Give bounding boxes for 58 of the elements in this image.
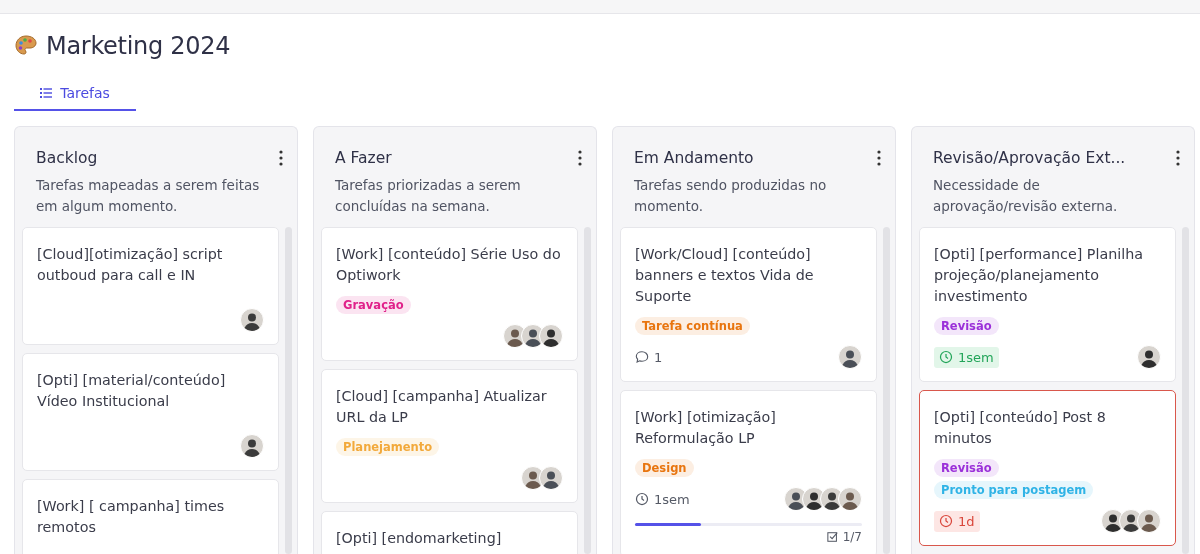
avatar-icon (240, 434, 264, 458)
more-options-icon[interactable] (877, 150, 881, 166)
task-title: [Work] [conteúdo] Série Uso do Optiwork (336, 245, 562, 285)
column-description: Tarefas priorizadas a serem concluídas na semana. (335, 176, 522, 216)
column-title: Em Andamento (634, 149, 754, 167)
checklist-count: 1/7 (842, 530, 862, 544)
project-title: Marketing 2024 (46, 32, 231, 60)
column-title: Backlog (36, 149, 98, 167)
comment-icon (635, 350, 649, 364)
task-card[interactable]: [Opti] [performance] Planilha projeção/planejamento investimento Revisão 1sem (919, 227, 1176, 382)
task-title: [Opti] [performance] Planilha projeção/planejamento investimento (934, 245, 1145, 306)
tag-label: Planejamento (336, 438, 440, 456)
task-title: [Opti] [endomarketing] (336, 529, 503, 548)
more-options-icon[interactable] (1176, 150, 1180, 166)
due-date-text: 1sem (958, 349, 994, 365)
palette-icon (14, 34, 38, 58)
task-card[interactable]: [Work] [otimização] Reformulação LP Design 1sem 1/7 (620, 390, 877, 554)
avatar-icon (1137, 509, 1161, 533)
task-card[interactable]: [Opti] [conteúdo] Post 8 minutos Revisão Pronto para postagem 1d (919, 390, 1176, 546)
avatar-icon (539, 466, 563, 490)
avatar-icon (240, 308, 264, 332)
tag-label: Revisão (934, 317, 999, 335)
task-card[interactable]: [Work] [ campanha] times remotos (22, 479, 279, 554)
column-description: Tarefas sendo produzidas no momento. (634, 176, 828, 216)
due-date-text: 1d (958, 513, 975, 529)
task-title: [Work] [ campanha] times remotos (37, 497, 226, 537)
task-title: [Cloud] [campanha] Atualizar URL da LP (336, 387, 548, 427)
task-title: [Work] [otimização] Reformulação LP (635, 408, 777, 448)
task-card[interactable]: [Work/Cloud] [conteúdo] banners e textos Vida de Suporte Tarefa contínua 1 (620, 227, 877, 382)
task-title: [Work/Cloud] [conteúdo] banners e textos Vida de Suporte (635, 245, 815, 306)
column-description: Necessidade de aprovação/revisão externa. (933, 176, 1119, 216)
more-options-icon[interactable] (279, 150, 283, 166)
task-card[interactable]: [Cloud][otimização] script outboud para call e IN (22, 227, 279, 345)
tag-label: Revisão (934, 459, 999, 477)
task-title: [Opti] [material/conteúdo] Vídeo Institucional (37, 371, 227, 411)
list-icon (40, 88, 53, 98)
avatar-icon (539, 324, 563, 348)
column-title: A Fazer (335, 149, 392, 167)
checkbox-icon (826, 531, 839, 543)
comment-count: 1 (654, 349, 663, 365)
task-title: [Opti] [conteúdo] Post 8 minutos (934, 408, 1107, 448)
due-date-text: 1sem (654, 491, 690, 507)
tag-label: Design (635, 459, 694, 477)
tag-label: Tarefa contínua (635, 317, 750, 335)
avatar-icon (838, 487, 862, 511)
avatar-icon (1137, 345, 1161, 369)
more-options-icon[interactable] (578, 150, 582, 166)
task-card[interactable]: [Work] [conteúdo] Série Uso do Optiwork Gravação (321, 227, 578, 361)
task-card[interactable]: [Cloud] [campanha] Atualizar URL da LP Planejamento (321, 369, 578, 503)
column-title: Revisão/Aprovação Ext... (933, 149, 1126, 167)
tag-label: Pronto para postagem (934, 481, 1094, 499)
avatar-icon (838, 345, 862, 369)
task-card[interactable]: [Opti] [endomarketing] (321, 511, 578, 554)
tasks-tab[interactable]: Tarefas (14, 77, 136, 111)
task-card[interactable]: [Opti] [material/conteúdo] Vídeo Institucional (22, 353, 279, 471)
tag-label: Gravação (336, 296, 411, 314)
task-title: [Cloud][otimização] script outboud para call e IN (37, 245, 224, 285)
column-description: Tarefas mapeadas a serem feitas em algum momento. (36, 176, 261, 216)
